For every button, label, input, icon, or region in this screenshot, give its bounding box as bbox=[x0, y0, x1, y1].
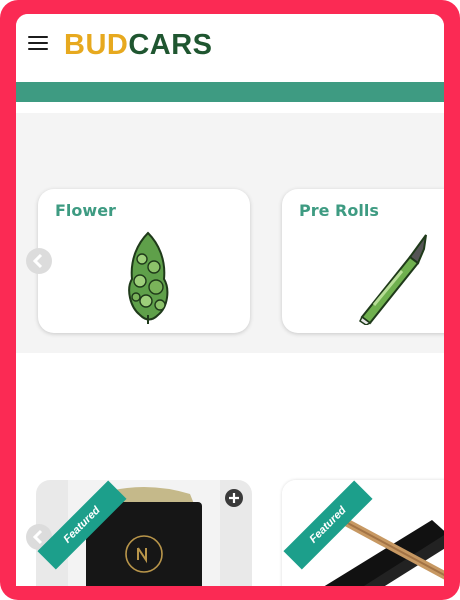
brand-part-1: BUD bbox=[64, 29, 129, 61]
accent-strip bbox=[16, 82, 444, 102]
category-label: Flower bbox=[55, 201, 116, 220]
add-to-cart-plus-icon[interactable] bbox=[224, 488, 244, 508]
category-card-flower[interactable]: Flower bbox=[38, 189, 250, 333]
app-screen: BUDCARS Flower Pre Rolls Featured Featur… bbox=[16, 14, 444, 586]
brand-logo[interactable]: BUDCARS bbox=[64, 28, 213, 62]
brand-part-2: CARS bbox=[128, 29, 213, 61]
header: BUDCARS bbox=[16, 14, 444, 80]
carousel-prev-button[interactable] bbox=[26, 248, 52, 274]
cannabis-bud-icon bbox=[128, 231, 169, 324]
category-label: Pre Rolls bbox=[299, 201, 379, 220]
pre-roll-joint-icon bbox=[359, 234, 427, 325]
hamburger-menu-icon[interactable] bbox=[28, 36, 48, 52]
category-card-pre-rolls[interactable]: Pre Rolls bbox=[282, 189, 444, 333]
